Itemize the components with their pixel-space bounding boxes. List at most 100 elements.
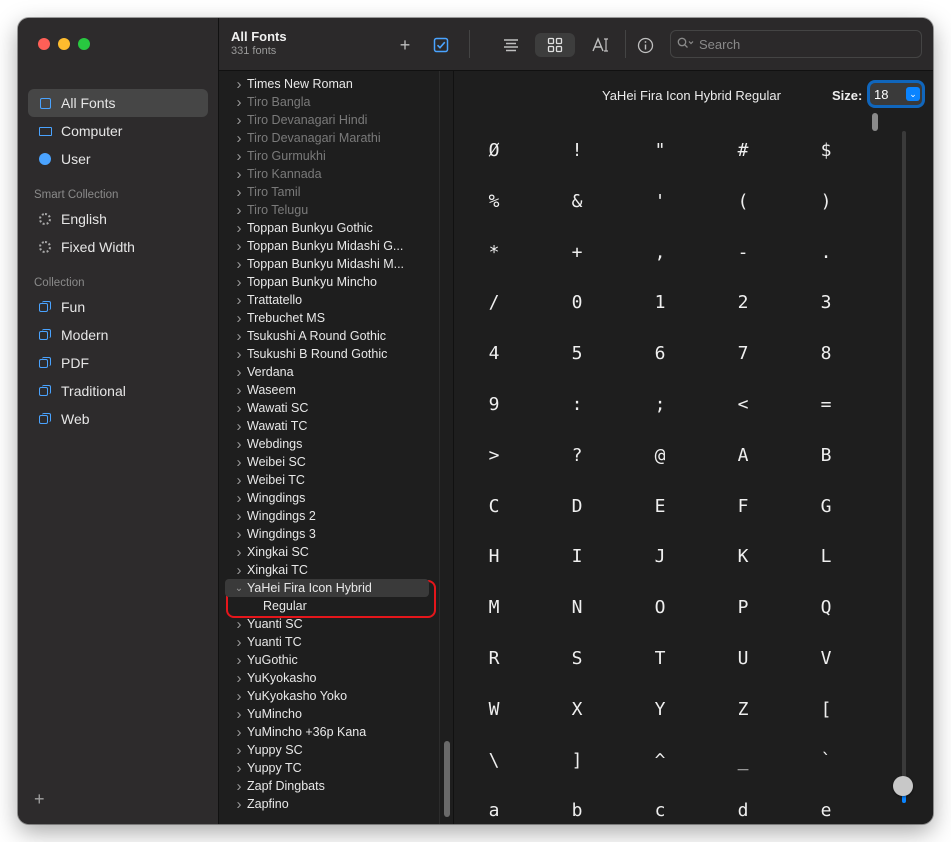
glyph-cell[interactable]: > (474, 442, 514, 470)
glyph-cell[interactable]: = (806, 391, 846, 419)
font-family-row[interactable]: › Tiro Tamil (219, 183, 439, 201)
font-family-row[interactable]: › Xingkai TC (219, 561, 439, 579)
chevron-right-icon[interactable]: › (233, 220, 245, 237)
chevron-right-icon[interactable]: › (233, 418, 245, 435)
font-family-row[interactable]: › Wingdings 2 (219, 507, 439, 525)
sidebar-item-web[interactable]: Web (28, 405, 208, 433)
chevron-right-icon[interactable]: › (233, 130, 245, 147)
glyph-cell[interactable]: 3 (806, 289, 846, 317)
font-family-row[interactable]: › Toppan Bunkyu Mincho (219, 273, 439, 291)
sidebar-item-modern[interactable]: Modern (28, 321, 208, 349)
chevron-right-icon[interactable]: › (233, 652, 245, 669)
add-collection-button[interactable]: + (34, 789, 45, 810)
glyph-cell[interactable]: * (474, 239, 514, 267)
font-list-scrollbar[interactable] (439, 71, 454, 824)
glyph-cell[interactable]: ` (806, 747, 846, 775)
chevron-right-icon[interactable]: › (233, 760, 245, 777)
font-family-row[interactable]: › Yuppy SC (219, 741, 439, 759)
chevron-right-icon[interactable]: › (233, 238, 245, 255)
font-family-row[interactable]: › Tiro Devanagari Hindi (219, 111, 439, 129)
glyph-cell[interactable]: H (474, 543, 514, 571)
chevron-right-icon[interactable]: › (233, 742, 245, 759)
glyph-cell[interactable]: _ (723, 747, 763, 775)
chevron-right-icon[interactable]: › (233, 346, 245, 363)
size-combo-box[interactable]: 18 ⌄ (870, 83, 922, 105)
chevron-right-icon[interactable]: › (233, 256, 245, 273)
glyph-cell[interactable]: D (557, 493, 597, 521)
glyph-cell[interactable]: I (557, 543, 597, 571)
chevron-right-icon[interactable]: › (233, 328, 245, 345)
glyph-cell[interactable]: - (723, 239, 763, 267)
close-window-button[interactable] (38, 38, 50, 50)
glyph-cell[interactable]: P (723, 594, 763, 622)
glyph-cell[interactable]: J (640, 543, 680, 571)
font-family-row[interactable]: › YuGothic (219, 651, 439, 669)
chevron-right-icon[interactable]: › (233, 400, 245, 417)
glyph-cell[interactable]: < (723, 391, 763, 419)
glyph-cell[interactable]: Ø (474, 137, 514, 165)
font-family-row[interactable]: › Waseem (219, 381, 439, 399)
font-family-row[interactable]: › Tsukushi A Round Gothic (219, 327, 439, 345)
chevron-right-icon[interactable]: › (233, 94, 245, 111)
font-family-row[interactable]: › YuMincho +36p Kana (219, 723, 439, 741)
font-family-row[interactable]: › Toppan Bunkyu Midashi M... (219, 255, 439, 273)
font-family-row[interactable]: › YuKyokasho (219, 669, 439, 687)
glyph-cell[interactable]: : (557, 391, 597, 419)
size-slider-track[interactable] (902, 131, 906, 803)
font-family-row[interactable]: › Wawati SC (219, 399, 439, 417)
glyph-cell[interactable]: & (557, 188, 597, 216)
chevron-right-icon[interactable]: › (233, 562, 245, 579)
chevron-right-icon[interactable]: › (233, 112, 245, 129)
chevron-right-icon[interactable]: › (233, 688, 245, 705)
glyph-cell[interactable]: [ (806, 696, 846, 724)
glyph-cell[interactable]: e (806, 797, 846, 824)
font-family-row[interactable]: › Webdings (219, 435, 439, 453)
glyph-cell[interactable]: \ (474, 747, 514, 775)
glyph-cell[interactable]: Z (723, 696, 763, 724)
scrollbar-thumb[interactable] (444, 741, 450, 817)
glyph-cell[interactable]: X (557, 696, 597, 724)
chevron-right-icon[interactable]: › (233, 778, 245, 795)
chevron-right-icon[interactable]: › (233, 634, 245, 651)
chevron-right-icon[interactable]: › (233, 292, 245, 309)
font-family-row[interactable]: › Yuanti SC (219, 615, 439, 633)
glyph-cell[interactable]: ( (723, 188, 763, 216)
font-family-row[interactable]: › Toppan Bunkyu Midashi G... (219, 237, 439, 255)
chevron-right-icon[interactable]: › (233, 184, 245, 201)
font-family-row[interactable]: › Verdana (219, 363, 439, 381)
chevron-right-icon[interactable]: › (233, 490, 245, 507)
sidebar-item-computer[interactable]: Computer (28, 117, 208, 145)
chevron-right-icon[interactable]: › (233, 274, 245, 291)
glyph-cell[interactable]: L (806, 543, 846, 571)
glyph-cell[interactable]: O (640, 594, 680, 622)
glyph-cell[interactable]: M (474, 594, 514, 622)
font-family-row[interactable]: › Trebuchet MS (219, 309, 439, 327)
font-family-row[interactable]: › Tiro Telugu (219, 201, 439, 219)
sidebar-item-pdf[interactable]: PDF (28, 349, 208, 377)
font-family-row[interactable]: › YuKyokasho Yoko (219, 687, 439, 705)
glyph-cell[interactable]: 5 (557, 340, 597, 368)
glyph-cell[interactable]: 4 (474, 340, 514, 368)
font-family-row[interactable]: › Tiro Gurmukhi (219, 147, 439, 165)
chevron-right-icon[interactable]: › (233, 616, 245, 633)
glyph-cell[interactable]: K (723, 543, 763, 571)
sidebar-item-fun[interactable]: Fun (28, 293, 208, 321)
font-family-row[interactable]: › Tiro Devanagari Marathi (219, 129, 439, 147)
glyph-cell[interactable]: " (640, 137, 680, 165)
glyph-cell[interactable]: E (640, 493, 680, 521)
glyph-cell[interactable]: ) (806, 188, 846, 216)
sidebar-item-all-fonts[interactable]: All Fonts (28, 89, 208, 117)
sidebar-item-user[interactable]: User (28, 145, 208, 173)
info-button[interactable] (633, 33, 657, 57)
custom-view-button[interactable] (587, 33, 615, 57)
font-family-row[interactable]: › Yuppy TC (219, 759, 439, 777)
chevron-right-icon[interactable]: › (233, 472, 245, 489)
chevron-right-icon[interactable]: › (233, 382, 245, 399)
minimize-window-button[interactable] (58, 38, 70, 50)
glyph-cell[interactable]: @ (640, 442, 680, 470)
font-family-row[interactable]: › Zapf Dingbats (219, 777, 439, 795)
font-family-row[interactable]: › YuMincho (219, 705, 439, 723)
glyph-cell[interactable]: ; (640, 391, 680, 419)
sidebar-item-english[interactable]: English (28, 205, 208, 233)
font-family-row[interactable]: › Tiro Kannada (219, 165, 439, 183)
